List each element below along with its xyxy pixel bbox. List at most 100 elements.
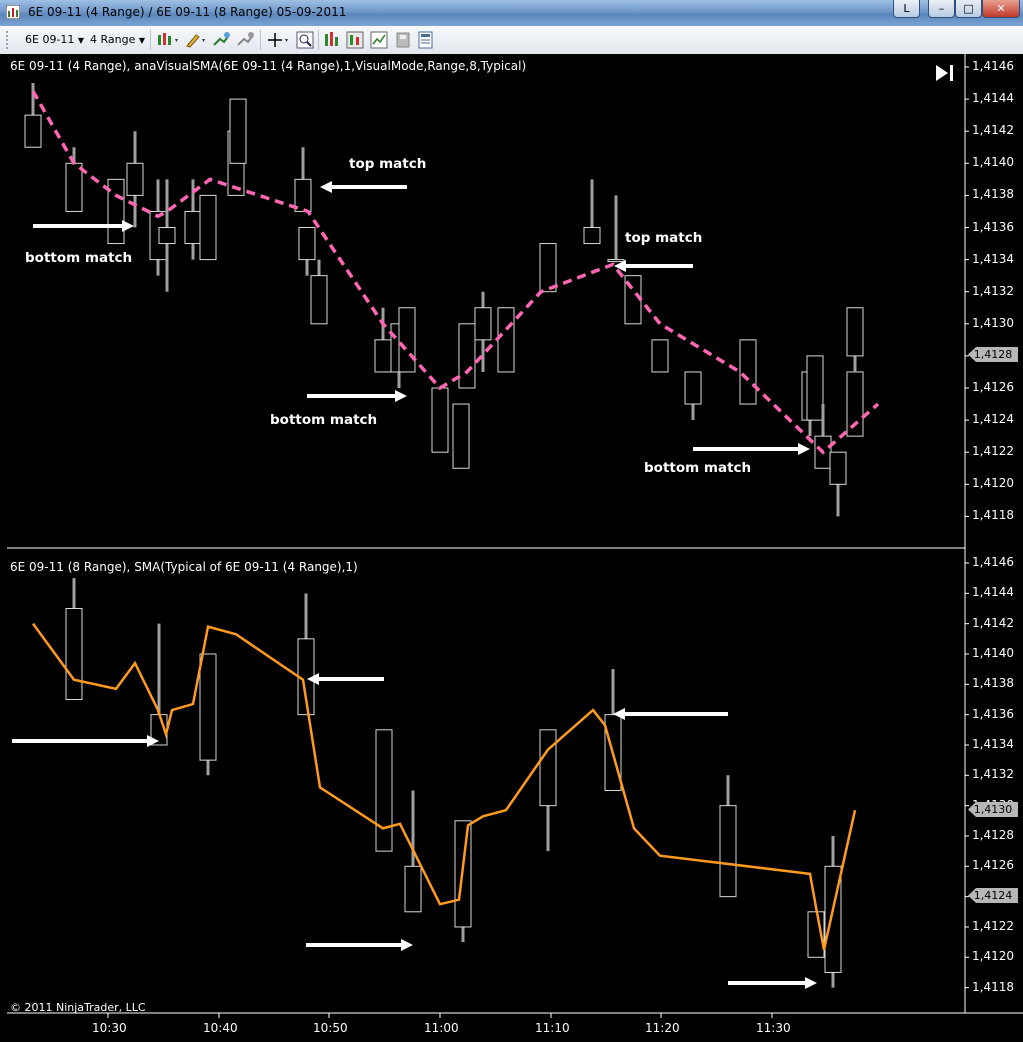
candle-body <box>398 307 416 373</box>
candle-body <box>846 371 864 437</box>
price-tick-label: 1,4128 <box>972 827 1014 842</box>
candle-body <box>607 259 625 263</box>
scroll-to-end-icon[interactable] <box>934 63 956 83</box>
candle-body <box>806 355 824 421</box>
toolbar-separator <box>318 30 319 50</box>
price-tick-label: 1,4134 <box>972 251 1014 266</box>
price-tick-label: 1,4132 <box>972 283 1014 298</box>
candle-body <box>719 805 737 898</box>
chart-style-icon <box>158 33 178 45</box>
data-box-button[interactable] <box>323 31 341 49</box>
maximize-button[interactable]: □ <box>955 0 982 18</box>
top-match-label: top match <box>625 230 703 246</box>
price-tick-label: 1,4144 <box>972 91 1014 106</box>
properties-button[interactable] <box>417 31 435 49</box>
candle-body <box>126 162 144 196</box>
candle-body <box>184 210 202 245</box>
arrow-head <box>798 443 810 455</box>
price-tick-label: 1,4126 <box>972 858 1014 873</box>
template-button[interactable] <box>370 31 388 49</box>
candle-body <box>375 729 393 852</box>
candle-body <box>829 451 847 485</box>
candle-body <box>374 339 392 373</box>
price-tick-label: 1,4140 <box>972 645 1014 660</box>
bottom-candles <box>65 578 842 988</box>
time-tick-label: 11:10 <box>535 1021 570 1035</box>
save-icon <box>396 32 410 48</box>
close-button[interactable]: ✕ <box>982 0 1020 18</box>
bottom-match-label: bottom match <box>25 250 133 266</box>
add-indicator-button[interactable] <box>212 31 232 49</box>
candle-body <box>474 307 492 341</box>
chart-trader-button[interactable] <box>346 31 364 49</box>
price-tick-label: 1,4122 <box>972 918 1014 933</box>
template-icon <box>370 31 388 49</box>
time-tick-label: 10:30 <box>92 1021 127 1035</box>
chart-canvas[interactable] <box>0 54 1023 1042</box>
crosshair-button[interactable] <box>266 31 292 49</box>
toolbar-separator <box>260 30 261 50</box>
candle-body <box>24 114 42 148</box>
chart-style-button[interactable] <box>157 31 181 49</box>
time-tick-label: 10:40 <box>203 1021 238 1035</box>
help-button[interactable]: L <box>893 0 920 18</box>
top-panel-label: 6E 09-11 (4 Range), anaVisualSMA(6E 09-1… <box>10 59 527 73</box>
candle-body <box>539 729 557 807</box>
toolbar-grip[interactable] <box>6 31 12 49</box>
window-title: 6E 09-11 (4 Range) / 6E 09-11 (8 Range) … <box>28 5 347 19</box>
candle-body <box>684 371 702 405</box>
candle-body <box>65 607 83 700</box>
bottom-sma-line <box>31 622 857 950</box>
price-tick-label: 1,4142 <box>972 123 1014 138</box>
candle-body <box>199 653 217 761</box>
interval-label: 4 Range <box>90 33 136 46</box>
arrow-head <box>805 977 817 989</box>
price-tick-label: 1,4142 <box>972 615 1014 630</box>
chevron-down-icon: ▼ <box>138 36 146 45</box>
arrow-head <box>401 939 413 951</box>
candle-body <box>298 227 316 261</box>
price-tick-label: 1,4138 <box>972 676 1014 691</box>
draw-tool-button[interactable] <box>184 31 208 49</box>
arrow-head <box>122 220 134 232</box>
price-tick-label: 1,4132 <box>972 767 1014 782</box>
price-tick-label: 1,4136 <box>972 219 1014 234</box>
price-tick-label: 1,4126 <box>972 380 1014 394</box>
chart-trader-icon <box>346 31 364 49</box>
candle-body <box>199 194 217 261</box>
price-tick-label: 1,4122 <box>972 444 1014 459</box>
candle-body <box>539 243 557 293</box>
save-button[interactable] <box>394 31 412 49</box>
instrument-label: 6E 09-11 <box>25 33 75 46</box>
candle-body <box>310 275 328 325</box>
candle-body <box>452 403 470 469</box>
add-indicator-icon <box>213 32 230 46</box>
minimize-button[interactable]: – <box>928 0 955 18</box>
price-tick-label: 1,4118 <box>972 979 1014 994</box>
arrow-head <box>320 181 332 193</box>
data-box-icon <box>325 32 338 46</box>
toolbar-separator <box>150 30 151 50</box>
price-tick-label: 1,4138 <box>972 187 1014 202</box>
price-tick-label: 1,4136 <box>972 706 1014 721</box>
price-tick-label: 1,4140 <box>972 155 1014 170</box>
add-strategy-icon <box>237 32 254 46</box>
interval-selector[interactable]: 4 Range ▼ <box>90 31 145 49</box>
candle-body <box>158 227 176 245</box>
candle-body <box>651 339 669 373</box>
zoom-button[interactable] <box>296 31 314 49</box>
candle-body <box>739 339 757 405</box>
time-tick-label: 11:30 <box>756 1021 791 1035</box>
draw-tool-icon <box>186 34 205 48</box>
copyright-label: © 2011 NinjaTrader, LLC <box>10 1001 146 1014</box>
bottom-last-price-tag: 1,4130 <box>968 802 1018 817</box>
properties-icon <box>418 31 433 49</box>
top-candles <box>24 83 864 517</box>
add-strategy-button[interactable] <box>236 31 256 49</box>
candle-body <box>431 387 449 453</box>
top-match-label: top match <box>349 156 427 172</box>
price-tick-label: 1,4124 <box>972 412 1014 427</box>
time-tick-label: 10:50 <box>313 1021 348 1035</box>
instrument-selector[interactable]: 6E 09-11 ▼ <box>25 31 84 49</box>
candle-body <box>497 307 515 373</box>
